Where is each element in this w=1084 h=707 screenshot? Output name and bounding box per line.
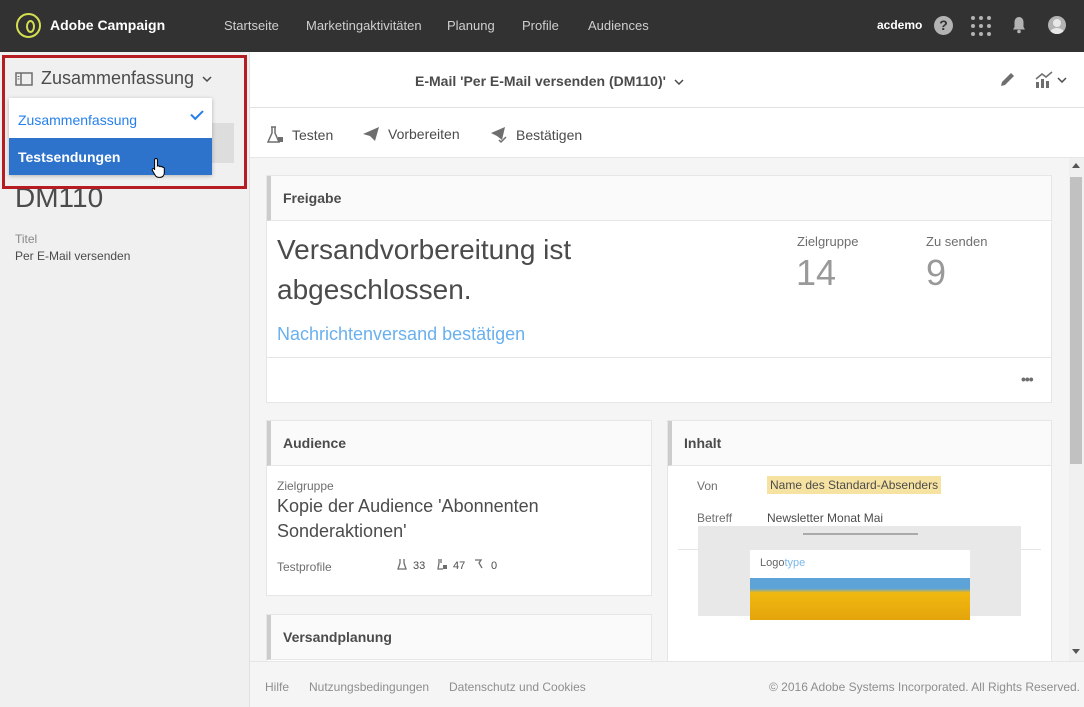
test-count-3: 0 — [491, 560, 498, 572]
email-preview[interactable]: Logotype — [698, 526, 1021, 620]
hand-cursor-icon — [151, 157, 165, 178]
prepare-button[interactable]: Vorbereiten — [362, 126, 460, 142]
audience-name-line-2[interactable]: Sonderaktionen' — [277, 519, 407, 544]
nav-marketing[interactable]: Marketingaktivitäten — [306, 18, 422, 33]
from-label: Von — [697, 479, 718, 493]
preview-logo: Logotype — [760, 557, 806, 569]
apps-grid-icon[interactable] — [971, 16, 991, 36]
scrollbar-thumb[interactable] — [1070, 177, 1082, 464]
highlight-frame — [2, 55, 247, 189]
to-send-value: 9 — [926, 252, 947, 293]
bell-icon[interactable] — [1012, 16, 1026, 34]
audience-heading: Audience — [267, 421, 651, 466]
main-content: Freigabe Versandvorbereitung ist abgesch… — [250, 158, 1070, 661]
status-line-2: abgeschlossen. — [277, 274, 472, 305]
top-bar: Adobe Campaign Startseite Marketingaktiv… — [0, 0, 1084, 52]
scheduling-card: Versandplanung — [266, 614, 652, 661]
test-count-1: 33 — [413, 560, 426, 572]
title-label: Titel — [15, 232, 38, 246]
approval-heading: Freigabe — [267, 176, 1051, 221]
title-value: Per E-Mail versenden — [15, 249, 131, 263]
page-header: E-Mail 'Per E-Mail versenden (DM110)' — [250, 52, 1084, 108]
nav-planning[interactable]: Planung — [447, 18, 495, 33]
preview-image — [750, 578, 970, 620]
page-title[interactable]: E-Mail 'Per E-Mail versenden (DM110)' — [415, 73, 684, 89]
chevron-down-icon — [674, 79, 684, 86]
confirm-send-link[interactable]: Nachrichtenversand bestätigen — [277, 324, 525, 345]
user-name[interactable]: acdemo — [877, 18, 922, 32]
footer-help-link[interactable]: Hilfe — [265, 680, 289, 694]
more-options-icon[interactable]: ••• — [1021, 371, 1034, 387]
content-heading: Inhalt — [668, 421, 1051, 466]
adobe-campaign-logo-icon[interactable] — [16, 13, 41, 38]
audience-card: Audience Zielgruppe Kopie der Audience '… — [266, 420, 652, 596]
test-label: Testen — [292, 127, 334, 143]
audience-name-line-1[interactable]: Kopie der Audience 'Abonnenten — [277, 494, 539, 519]
target-value: 14 — [796, 252, 837, 293]
pencil-icon[interactable] — [998, 71, 1016, 89]
help-icon[interactable]: ? — [934, 16, 953, 35]
action-toolbar: Testen Vorbereiten Bestätigen — [250, 108, 1084, 158]
test-button[interactable]: Testen — [266, 126, 333, 144]
report-chart-icon[interactable] — [1034, 71, 1056, 89]
card-divider — [267, 357, 1051, 358]
scroll-up-icon[interactable] — [1072, 163, 1080, 168]
confirm-button[interactable]: Bestätigen — [490, 126, 582, 144]
footer: Hilfe Nutzungsbedingungen Datenschutz un… — [250, 661, 1084, 707]
footer-privacy-link[interactable]: Datenschutz und Cookies — [449, 680, 586, 694]
scroll-down-icon[interactable] — [1072, 649, 1080, 654]
pin-icon — [475, 559, 483, 569]
flask-icon — [266, 126, 283, 143]
brand-name[interactable]: Adobe Campaign — [50, 17, 165, 33]
subject-value[interactable]: Newsletter Monat Mai — [767, 511, 883, 525]
content-card: Inhalt Von Name des Standard-Absenders B… — [667, 420, 1052, 661]
target-label: Zielgruppe — [797, 234, 859, 249]
test-profiles-label: Testprofile — [277, 560, 332, 574]
preview-header-text — [803, 533, 918, 535]
nav-home[interactable]: Startseite — [224, 18, 279, 33]
audience-target-label: Zielgruppe — [277, 479, 334, 493]
chevron-down-icon[interactable] — [1057, 77, 1067, 83]
flask-icon — [397, 559, 407, 570]
subject-label: Betreff — [697, 511, 733, 525]
to-send-label: Zu senden — [926, 234, 988, 249]
test-count-2: 47 — [453, 560, 466, 572]
nav-profiles[interactable]: Profile — [522, 18, 559, 33]
from-value[interactable]: Name des Standard-Absenders — [767, 476, 942, 494]
footer-copyright: © 2016 Adobe Systems Incorporated. All R… — [769, 680, 1081, 694]
approval-card: Freigabe Versandvorbereitung ist abgesch… — [266, 175, 1052, 403]
flask-send-icon — [437, 559, 447, 570]
prepare-label: Vorbereiten — [388, 126, 460, 142]
nav-audiences[interactable]: Audiences — [588, 18, 649, 33]
avatar[interactable] — [1048, 16, 1066, 34]
footer-terms-link[interactable]: Nutzungsbedingungen — [309, 680, 429, 694]
confirm-send-icon — [491, 127, 507, 144]
scheduling-heading: Versandplanung — [267, 615, 651, 660]
confirm-label: Bestätigen — [516, 127, 583, 143]
status-line-1: Versandvorbereitung ist — [277, 234, 572, 265]
send-icon — [363, 127, 379, 141]
preview-body: Logotype — [750, 550, 970, 620]
